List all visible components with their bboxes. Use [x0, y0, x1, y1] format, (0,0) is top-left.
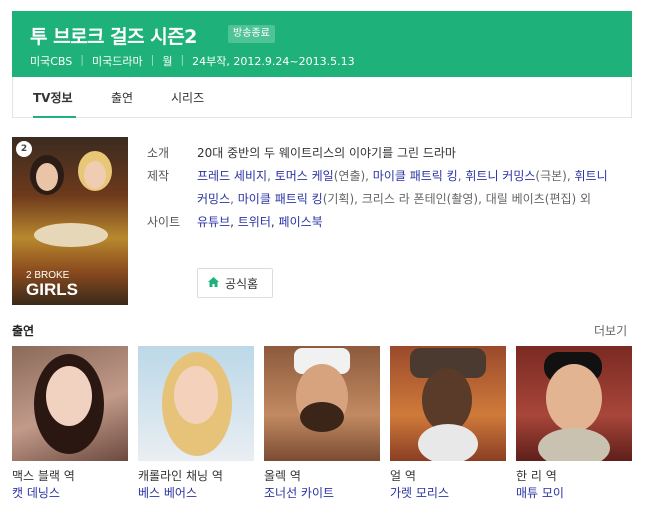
program-title[interactable]: 투 브로크 걸즈 시즌2 [30, 22, 197, 49]
production-credit-link[interactable]: 휘트니 커밍스 [465, 169, 535, 183]
tab-tv-info[interactable]: TV정보 [33, 89, 73, 106]
production-credit-text: (극본), [535, 169, 575, 183]
meta-divider: | [150, 53, 155, 66]
production-credit-link[interactable]: 토머스 케일 [275, 169, 334, 183]
summary-label: 소개 [147, 146, 170, 160]
poster-logo: 2 BROKE GIRLS [26, 270, 78, 299]
cast-role: 한 리 역 [516, 469, 557, 483]
home-icon [208, 277, 219, 287]
cast-role: 올렉 역 [264, 469, 301, 483]
tab-series[interactable]: 시리즈 [171, 89, 204, 106]
summary-text: 20대 중반의 두 웨이트리스의 이야기를 그린 드라마 [197, 146, 456, 160]
cast-role: 캐롤라인 채닝 역 [138, 469, 223, 483]
cast-card[interactable]: 얼 역 가렛 모리스 [390, 346, 507, 502]
production-label: 제작 [147, 169, 170, 183]
meta-day: 월 [162, 55, 173, 68]
cast-photo[interactable] [264, 346, 380, 461]
meta-episodes-dates: 24부작, 2012.9.24~2013.5.13 [192, 55, 355, 68]
cast-actor-link[interactable]: 매튜 모이 [516, 484, 633, 502]
meta-divider: | [80, 53, 84, 66]
site-row: 사이트 유튜브, 트위터, 페이스북 [147, 211, 617, 234]
more-cast-link[interactable]: 더보기 [594, 322, 627, 339]
poster-image[interactable]: 2 2 BROKE GIRLS [12, 137, 128, 305]
production-credit-text: , [267, 169, 275, 183]
meta-divider: | [180, 53, 185, 66]
production-credit-text: (연출), [333, 169, 373, 183]
site-link-facebook[interactable]: 페이스북 [279, 215, 323, 229]
cast-card[interactable]: 한 리 역 매튜 모이 [516, 346, 633, 502]
cast-photo[interactable] [516, 346, 632, 461]
homepage-button-label: 공식홈 [225, 277, 259, 291]
production-credit-link[interactable]: 마이클 패트릭 킹 [373, 169, 458, 183]
summary-row: 소개 20대 중반의 두 웨이트리스의 이야기를 그린 드라마 [147, 142, 617, 165]
meta-genre: 미국드라마 [91, 55, 143, 68]
production-credit-link[interactable]: 프레드 세비지 [197, 169, 267, 183]
site-link-youtube[interactable]: 유튜브 [197, 215, 230, 229]
season-badge: 2 [16, 141, 32, 157]
cast-photo[interactable] [12, 346, 128, 461]
cast-role: 얼 역 [390, 469, 416, 483]
site-label: 사이트 [147, 215, 181, 229]
production-credit-text: (기획), 크리스 라 폰테인(촬영), 대릴 베이츠(편집) 외 [322, 192, 592, 206]
active-tab-indicator [33, 116, 76, 118]
cast-card[interactable]: 맥스 블랙 역 캣 데닝스 [12, 346, 129, 502]
cast-photo[interactable] [138, 346, 254, 461]
program-header: 투 브로크 걸즈 시즌2 방송종료 미국CBS | 미국드라마 | 월 | 24… [12, 11, 632, 77]
cast-actor-link[interactable]: 베스 베어스 [138, 484, 255, 502]
production-credit-link[interactable]: 마이클 패트릭 킹 [238, 192, 323, 206]
program-meta: 미국CBS | 미국드라마 | 월 | 24부작, 2012.9.24~2013… [30, 53, 355, 69]
tab-bar: TV정보 출연 시리즈 [12, 77, 632, 118]
cast-actor-link[interactable]: 캣 데닝스 [12, 484, 129, 502]
cast-card[interactable]: 캐롤라인 채닝 역 베스 베어스 [138, 346, 255, 502]
cast-role: 맥스 블랙 역 [12, 469, 75, 483]
production-credit-text: , [230, 192, 238, 206]
cast-card[interactable]: 올렉 역 조너선 카이트 [264, 346, 381, 502]
cast-section-title: 출연 [12, 324, 35, 338]
official-homepage-button[interactable]: 공식홈 [197, 268, 273, 298]
cast-photo[interactable] [390, 346, 506, 461]
production-credits: 프레드 세비지, 토머스 케일(연출), 마이클 패트릭 킹, 휘트니 커밍스(… [197, 165, 617, 211]
program-info: 소개 20대 중반의 두 웨이트리스의 이야기를 그린 드라마 제작 프레드 세… [147, 142, 617, 234]
tab-cast[interactable]: 출연 [111, 89, 133, 106]
meta-network: 미국CBS [30, 55, 73, 68]
cast-actor-link[interactable]: 가렛 모리스 [390, 484, 507, 502]
site-links: 유튜브, 트위터, 페이스북 [197, 215, 323, 229]
cast-actor-link[interactable]: 조너선 카이트 [264, 484, 381, 502]
production-row: 제작 프레드 세비지, 토머스 케일(연출), 마이클 패트릭 킹, 휘트니 커… [147, 165, 617, 211]
site-link-twitter[interactable]: 트위터 [238, 215, 271, 229]
status-badge: 방송종료 [228, 25, 275, 43]
